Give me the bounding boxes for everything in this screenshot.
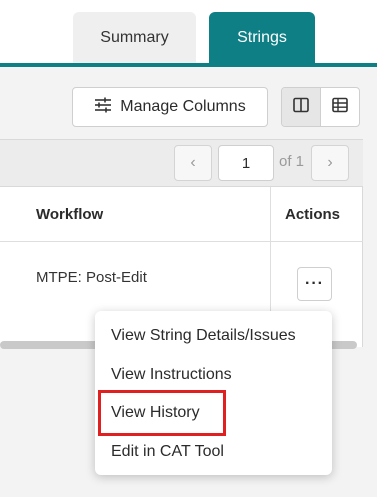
chevron-right-icon: ›: [327, 154, 333, 171]
menu-item-edit-in-cat-tool[interactable]: Edit in CAT Tool: [111, 443, 224, 461]
menu-item-view-string-details[interactable]: View String Details/Issues: [111, 327, 296, 345]
row-divider: [0, 241, 363, 242]
table-cell-workflow: MTPE: Post-Edit: [36, 269, 147, 286]
view-toggle: [281, 87, 360, 127]
more-icon: ···: [305, 275, 324, 292]
column-header-workflow[interactable]: Workflow: [36, 187, 103, 241]
page-count-label: of 1: [279, 153, 305, 170]
grid-view-icon: [331, 97, 348, 118]
tab-underline: [0, 63, 377, 67]
menu-item-view-instructions[interactable]: View Instructions: [111, 366, 232, 384]
next-page-button[interactable]: ›: [311, 145, 349, 181]
previous-page-button[interactable]: ‹: [174, 145, 212, 181]
sliders-icon: [94, 97, 112, 118]
row-actions-button[interactable]: ···: [297, 267, 332, 301]
row-actions-menu: View String Details/Issues View Instruct…: [95, 311, 332, 475]
manage-columns-button[interactable]: Manage Columns: [72, 87, 268, 127]
tab-summary[interactable]: Summary: [73, 12, 196, 63]
tab-strings[interactable]: Strings: [209, 12, 315, 63]
menu-item-view-history[interactable]: View History: [111, 404, 200, 422]
split-view-icon: [292, 97, 309, 118]
page-number-input[interactable]: [218, 145, 274, 181]
chevron-left-icon: ‹: [190, 154, 196, 171]
grid-view-button[interactable]: [321, 88, 360, 126]
column-header-actions: Actions: [285, 205, 341, 223]
manage-columns-label: Manage Columns: [120, 98, 246, 115]
split-view-button[interactable]: [282, 88, 321, 126]
